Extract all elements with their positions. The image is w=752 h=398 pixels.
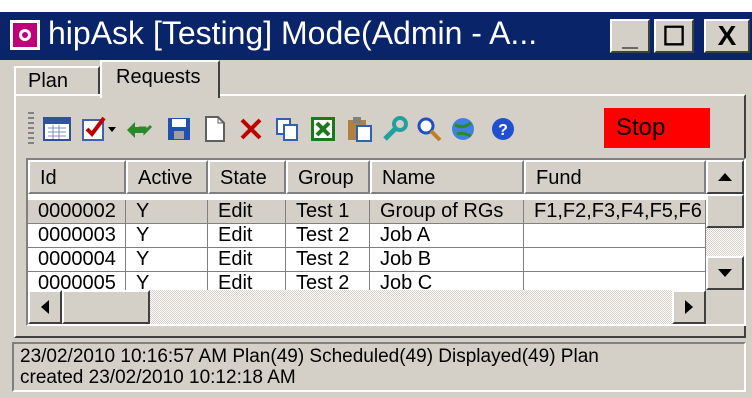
cell-name: Job A (370, 224, 524, 248)
toolbar-grip[interactable] (28, 112, 34, 146)
cell-fund: F1,F2,F3,F4,F5,F6 (524, 200, 706, 224)
calendar-icon[interactable] (42, 114, 72, 144)
excel-icon[interactable] (308, 114, 338, 144)
vertical-scrollbar[interactable] (706, 160, 744, 290)
arrow-left-icon (41, 300, 49, 314)
requests-grid[interactable]: Id Active State Group Name Fund 0000002 … (26, 158, 746, 326)
arrow-right-icon (685, 300, 693, 314)
delete-icon[interactable] (236, 114, 266, 144)
paste-icon[interactable] (344, 114, 374, 144)
table-row[interactable]: 0000004 Y Edit Test 2 Job B (28, 248, 706, 272)
scroll-up-button[interactable] (706, 160, 744, 194)
cell-fund (524, 224, 706, 248)
top-strip (0, 0, 752, 12)
tab-strip: Plan Requests (14, 60, 744, 98)
grid-header: Id Active State Group Name Fund (28, 160, 706, 194)
cell-fund (524, 248, 706, 272)
cell-group: Test 2 (286, 248, 370, 272)
horizontal-scroll-thumb[interactable] (62, 290, 150, 324)
table-row[interactable]: 0000003 Y Edit Test 2 Job A (28, 224, 706, 248)
cell-name: Job B (370, 248, 524, 272)
chevron-down-icon[interactable] (106, 114, 118, 144)
horizontal-scrollbar[interactable] (28, 290, 706, 324)
tab-plan[interactable]: Plan (14, 66, 100, 96)
save-icon[interactable] (164, 114, 194, 144)
cell-active: Y (126, 248, 208, 272)
scrollbar-corner (706, 290, 744, 324)
svg-text:?: ? (498, 122, 508, 139)
help-icon[interactable]: ? (488, 114, 518, 144)
copy-icon[interactable] (272, 114, 302, 144)
scroll-left-button[interactable] (28, 290, 62, 324)
column-header-group[interactable]: Group (286, 160, 370, 194)
minimize-icon: _ (622, 20, 638, 51)
window-title: hipAsk [Testing] Mode(Admin - A... (48, 15, 538, 51)
toolbar: ? Stop (28, 108, 728, 152)
column-header-state[interactable]: State (208, 160, 286, 194)
cell-name: Group of RGs (370, 200, 524, 224)
close-button[interactable]: X (704, 19, 750, 53)
cell-state: Edit (208, 224, 286, 248)
vertical-scroll-thumb[interactable] (706, 194, 744, 228)
new-document-icon[interactable] (200, 114, 230, 144)
cell-active: Y (126, 224, 208, 248)
column-header-fund[interactable]: Fund (524, 160, 706, 194)
close-icon: X (717, 20, 737, 51)
refresh-arrows-icon[interactable] (124, 114, 154, 144)
find-icon[interactable] (414, 114, 444, 144)
web-icon[interactable] (448, 114, 478, 144)
table-row[interactable]: 0000002 Y Edit Test 1 Group of RGs F1,F2… (28, 200, 706, 224)
status-line-1: 23/02/2010 10:16:57 AM Plan(49) Schedule… (20, 346, 599, 367)
column-header-active[interactable]: Active (126, 160, 208, 194)
title-bar[interactable]: hipAsk [Testing] Mode(Admin - A... _ ☐ X (0, 12, 752, 60)
cell-id: 0000002 (28, 200, 126, 224)
status-line-2: created 23/02/2010 10:12:18 AM (20, 367, 296, 388)
tab-requests[interactable]: Requests (100, 60, 220, 98)
cell-id: 0000004 (28, 248, 126, 272)
scroll-down-button[interactable] (706, 256, 744, 290)
app-icon[interactable] (10, 20, 40, 50)
scroll-right-button[interactable] (672, 290, 706, 324)
status-bar: 23/02/2010 10:16:57 AM Plan(49) Schedule… (12, 342, 746, 392)
maximize-button[interactable]: ☐ (654, 19, 694, 53)
minimize-button[interactable]: _ (610, 19, 650, 53)
cell-active: Y (126, 200, 208, 224)
cell-state: Edit (208, 200, 286, 224)
cell-id: 0000003 (28, 224, 126, 248)
cell-state: Edit (208, 248, 286, 272)
arrow-up-icon (718, 173, 732, 181)
settings-wrench-icon[interactable] (380, 114, 410, 144)
cell-group: Test 1 (286, 200, 370, 224)
maximize-icon: ☐ (662, 20, 686, 51)
arrow-down-icon (718, 269, 732, 277)
stop-button[interactable]: Stop (604, 108, 710, 148)
column-header-id[interactable]: Id (28, 160, 126, 194)
application-window: hipAsk [Testing] Mode(Admin - A... _ ☐ X… (0, 0, 752, 398)
cell-group: Test 2 (286, 224, 370, 248)
column-header-name[interactable]: Name (370, 160, 524, 194)
